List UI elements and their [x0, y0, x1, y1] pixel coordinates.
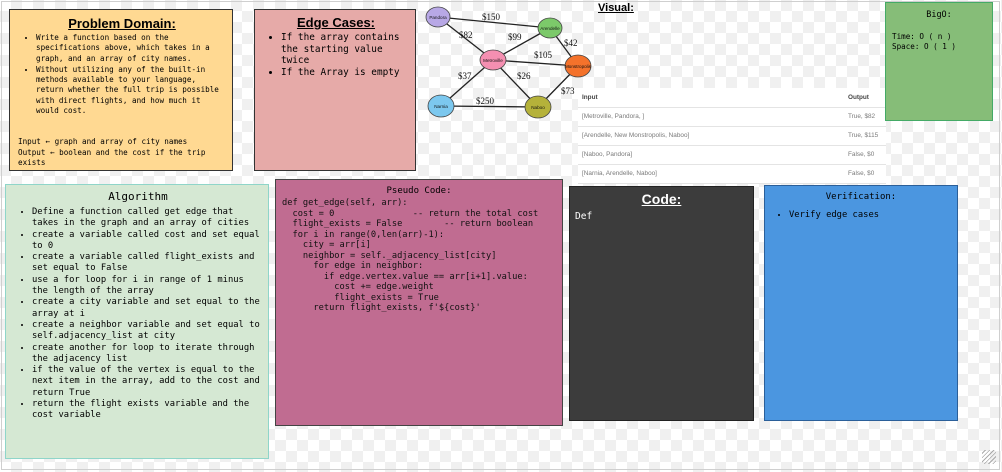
edge-cases-title: Edge Cases: — [296, 15, 376, 30]
algorithm-step: use a for loop for i in range of 1 minus… — [32, 275, 262, 298]
verification-item: Verify edge cases — [789, 210, 951, 221]
code-body: Def — [575, 211, 593, 222]
table-cell-output: True, $82 — [848, 113, 876, 120]
problem-bullet: Without utilizing any of the built-in me… — [36, 65, 226, 116]
big-o-time: Time: O ( n ) — [892, 32, 952, 41]
table-cell-input: [Narnia, Arendelle, Naboo] — [582, 170, 657, 177]
weight-metroville-arendelle: $99 — [508, 32, 522, 42]
pseudo-code-body: def get_edge(self, arr): cost = 0 -- ret… — [282, 198, 539, 313]
problem-output-line: Output ← boolean and the cost if the tri… — [18, 147, 206, 167]
algorithm-step: create a variable called flight_exists a… — [32, 252, 262, 275]
algorithm-step: create a variable called cost and set eq… — [32, 230, 262, 253]
big-o-space: Space: O ( 1 ) — [892, 41, 957, 51]
edge-cases-list: If the array contains the starting value… — [263, 32, 409, 78]
node-label-narnia: Narnia — [434, 104, 448, 109]
big-o-card[interactable]: BigO: Time: O ( n ) Space: O ( 1 ) — [885, 2, 993, 121]
table-row: [Narnia, Arendelle, Naboo] False, $0 — [578, 164, 886, 184]
table-row: [Arendelle, New Monstropolis, Naboo] Tru… — [578, 126, 886, 146]
problem-domain-card[interactable]: Problem Domain: Write a function based o… — [9, 9, 233, 171]
problem-input-line: Input ← graph and array of city names — [18, 137, 188, 147]
edge-narnia-naboo — [440, 105, 539, 108]
problem-domain-list: Write a function based on the specificat… — [18, 33, 226, 116]
verification-list: Verify edge cases — [771, 210, 951, 221]
table-row: [Naboo, Pandora] False, $0 — [578, 145, 886, 165]
table-cell-output: False, $0 — [848, 151, 875, 158]
edge-case-item: If the array contains the starting value… — [281, 32, 409, 67]
code-card[interactable]: Code: Def — [569, 186, 754, 421]
algorithm-card[interactable]: Algorithm Define a function called get e… — [5, 184, 269, 459]
table-cell-output: True, $115 — [848, 132, 879, 139]
algorithm-steps: Define a function called get edge that t… — [14, 207, 262, 422]
algorithm-step: create a neighbor variable and set equal… — [32, 320, 262, 343]
weight-pandora-metroville: $82 — [459, 30, 473, 40]
weight-naboo-monstropolis: $73 — [561, 86, 575, 96]
algorithm-title: Algorithm — [108, 190, 168, 203]
problem-domain-title: Problem Domain: — [68, 16, 176, 31]
edge-case-item: If the Array is empty — [281, 67, 409, 79]
pseudo-code-card[interactable]: Pseudo Code: def get_edge(self, arr): co… — [275, 179, 563, 426]
pseudo-code-title: Pseudo Code: — [386, 186, 452, 196]
algorithm-step: create a city variable and set equal to … — [32, 297, 262, 320]
weight-pandora-arendelle: $150 — [482, 12, 501, 22]
table-cell-output: False, $0 — [848, 170, 875, 177]
verification-card[interactable]: Verification: Verify edge cases — [764, 185, 958, 421]
weight-narnia-naboo: $250 — [476, 96, 495, 106]
weight-metroville-monstropolis: $105 — [534, 50, 553, 60]
weight-arendelle-monstropolis: $42 — [564, 38, 578, 48]
node-label-monstropolis: Monstropolis — [565, 64, 592, 69]
big-o-title: BigO: — [926, 10, 952, 20]
node-label-naboo: Naboo — [531, 105, 545, 110]
problem-bullet: Write a function based on the specificat… — [36, 33, 226, 64]
table-cell-input: [Naboo, Pandora] — [582, 151, 633, 158]
table-header-output: Output — [848, 94, 869, 101]
algorithm-step: Define a function called get edge that t… — [32, 207, 262, 230]
edge-cases-card[interactable]: Edge Cases: If the array contains the st… — [254, 9, 416, 171]
table-header-input: Input — [582, 94, 598, 101]
flight-graph[interactable]: $150 $82 $99 $42 $105 $37 $26 $250 $73 P… — [424, 4, 596, 126]
verification-title: Verification: — [825, 192, 897, 202]
algorithm-step: if the value of the vertex is equal to t… — [32, 365, 262, 399]
visual-title: Visual: — [598, 2, 634, 14]
node-label-metroville: Metroville — [483, 58, 503, 63]
problem-io: Input ← graph and array of city names Ou… — [18, 137, 226, 168]
test-cases-table: Input Output [Metroville, Pandora, ] Tru… — [578, 88, 886, 184]
node-label-arendelle: Arendelle — [540, 26, 560, 31]
algorithm-step: create another for loop to iterate throu… — [32, 343, 262, 366]
table-header-row: Input Output — [578, 88, 886, 108]
node-label-pandora: Pandora — [429, 15, 447, 20]
weight-narnia-metroville: $37 — [458, 71, 472, 81]
table-cell-input: [Arendelle, New Monstropolis, Naboo] — [582, 132, 690, 139]
algorithm-step: return the flight exists variable and th… — [32, 399, 262, 422]
weight-naboo-metroville: $26 — [517, 71, 531, 81]
table-cell-input: [Metroville, Pandora, ] — [582, 113, 645, 120]
resize-grip-icon[interactable] — [982, 450, 996, 464]
table-row: [Metroville, Pandora, ] True, $82 — [578, 107, 886, 127]
code-title: Code: — [641, 191, 682, 207]
